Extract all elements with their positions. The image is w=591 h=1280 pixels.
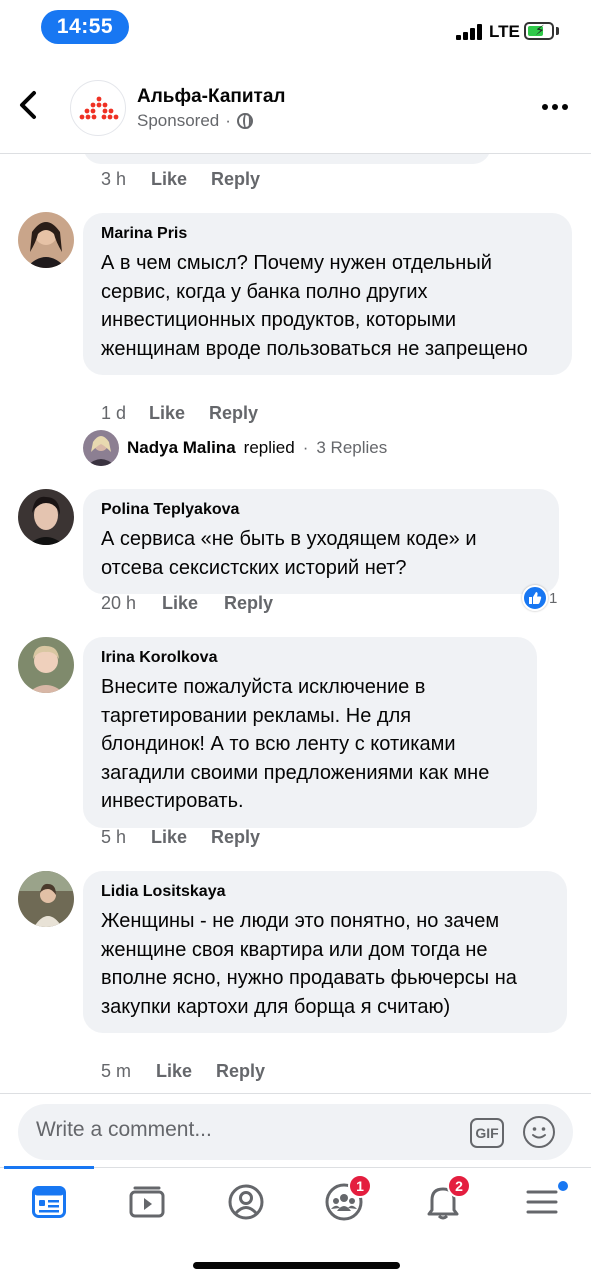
tab-groups[interactable]: 1 [314, 1174, 374, 1224]
more-options-button[interactable] [542, 104, 568, 110]
signal-icon [456, 24, 484, 40]
dot-icon [552, 104, 558, 110]
avatar[interactable] [18, 637, 74, 693]
notifications-badge: 2 [447, 1174, 471, 1198]
dot-icon [562, 104, 568, 110]
like-reaction-icon [522, 585, 548, 611]
home-indicator [193, 1262, 400, 1269]
comment-input[interactable] [36, 1118, 456, 1142]
status-bar: 14:55 LTE ⚡ [0, 0, 591, 56]
comment-time: 3 h [101, 169, 127, 189]
sponsored-row: Sponsored · [137, 111, 253, 131]
comment-author[interactable]: Polina Teplyakova [101, 500, 541, 520]
comment-bubble: Polina Teplyakova А сервиса «не быть в у… [83, 489, 559, 594]
reply-count: 3 Replies [316, 438, 388, 457]
comment-author[interactable]: Lidia Lositskaya [101, 882, 549, 902]
comment-actions: 3 h Like Reply [101, 169, 260, 190]
like-button[interactable]: Like [151, 169, 211, 190]
comment-actions: 5 h Like Reply [101, 827, 260, 848]
comment-actions: 1 d Like Reply [101, 403, 258, 424]
avatar[interactable] [18, 212, 74, 268]
comment-composer: GIF [18, 1104, 573, 1160]
emoji-button[interactable] [523, 1116, 555, 1148]
page-avatar[interactable] [70, 80, 126, 136]
reaction-count: 1 [549, 589, 558, 607]
sponsored-label: Sponsored [137, 111, 220, 130]
network-label: LTE [489, 22, 520, 41]
page-title[interactable]: Альфа-Капитал [137, 86, 285, 108]
like-button[interactable]: Like [156, 1061, 216, 1082]
like-button[interactable]: Like [149, 403, 209, 424]
like-button[interactable]: Like [162, 593, 224, 614]
comment-composer-area: GIF [0, 1093, 591, 1167]
post-header: Альфа-Капитал Sponsored · [0, 70, 591, 154]
bottom-tab-bar: 1 2 [0, 1166, 591, 1237]
comment-time: 20 h [101, 593, 137, 613]
reply-author: Nadya Malina [127, 438, 236, 457]
tab-menu[interactable] [512, 1180, 572, 1224]
comment-text: А в чем смысл? Почему нужен отдельный се… [101, 252, 528, 360]
news-feed-icon [32, 1186, 66, 1218]
comment-bubble: Lidia Lositskaya Женщины - не люди это п… [83, 871, 567, 1033]
avatar [83, 430, 119, 466]
like-button[interactable]: Like [151, 827, 211, 848]
comment-time: 5 m [101, 1061, 132, 1081]
separator-dot: · [225, 111, 231, 130]
reply-button[interactable]: Reply [216, 1061, 265, 1082]
chevron-left-icon [20, 91, 36, 119]
dot-icon [542, 104, 548, 110]
menu-dot-badge [558, 1181, 568, 1191]
reaction-summary[interactable]: 1 [522, 585, 557, 611]
comment-author[interactable]: Irina Korolkova [101, 648, 519, 668]
comment-author[interactable]: Marina Pris [101, 224, 554, 244]
comment-bubble: Marina Pris А в чем смысл? Почему нужен … [83, 213, 572, 375]
active-tab-indicator [4, 1166, 94, 1169]
smiley-icon [532, 1127, 546, 1139]
tab-profile[interactable] [216, 1180, 276, 1224]
globe-icon [236, 113, 253, 129]
tab-watch[interactable] [117, 1180, 177, 1224]
separator-dot: · [302, 438, 309, 457]
back-button[interactable] [18, 90, 50, 128]
comment-text: Внесите пожалуйста исключение в таргетир… [101, 676, 490, 812]
comment-time: 1 d [101, 403, 127, 423]
comment-actions: 20 h Like Reply [101, 593, 273, 614]
hamburger-menu-icon [526, 1190, 558, 1214]
reply-button[interactable]: Reply [209, 403, 258, 424]
comment-actions: 5 m Like Reply [101, 1061, 265, 1082]
comment-text: Женщины - не люди это понятно, но зачем … [101, 910, 517, 1018]
profile-icon [228, 1184, 264, 1220]
reply-button[interactable]: Reply [224, 593, 273, 614]
reply-button[interactable]: Reply [211, 827, 260, 848]
reply-thread-link[interactable]: Nadya Malina replied · 3 Replies [83, 430, 387, 466]
alfa-capital-logo-icon [79, 96, 119, 120]
status-time: 14:55 [41, 10, 129, 44]
reply-action: replied [243, 438, 295, 457]
comment-time: 5 h [101, 827, 127, 847]
comment-bubble: Irina Korolkova Внесите пожалуйста исклю… [83, 637, 537, 828]
tab-news-feed[interactable] [19, 1180, 79, 1224]
comment-text: А сервиса «не быть в уходящем коде» и от… [101, 528, 477, 579]
avatar[interactable] [18, 489, 74, 545]
reply-button[interactable]: Reply [211, 169, 260, 190]
groups-badge: 1 [348, 1174, 372, 1198]
watch-video-icon [129, 1186, 165, 1218]
gif-button[interactable]: GIF [470, 1118, 504, 1148]
battery-icon: ⚡ [524, 22, 554, 40]
tab-notifications[interactable]: 2 [413, 1174, 473, 1224]
battery-cap [556, 27, 559, 35]
avatar[interactable] [18, 871, 74, 927]
